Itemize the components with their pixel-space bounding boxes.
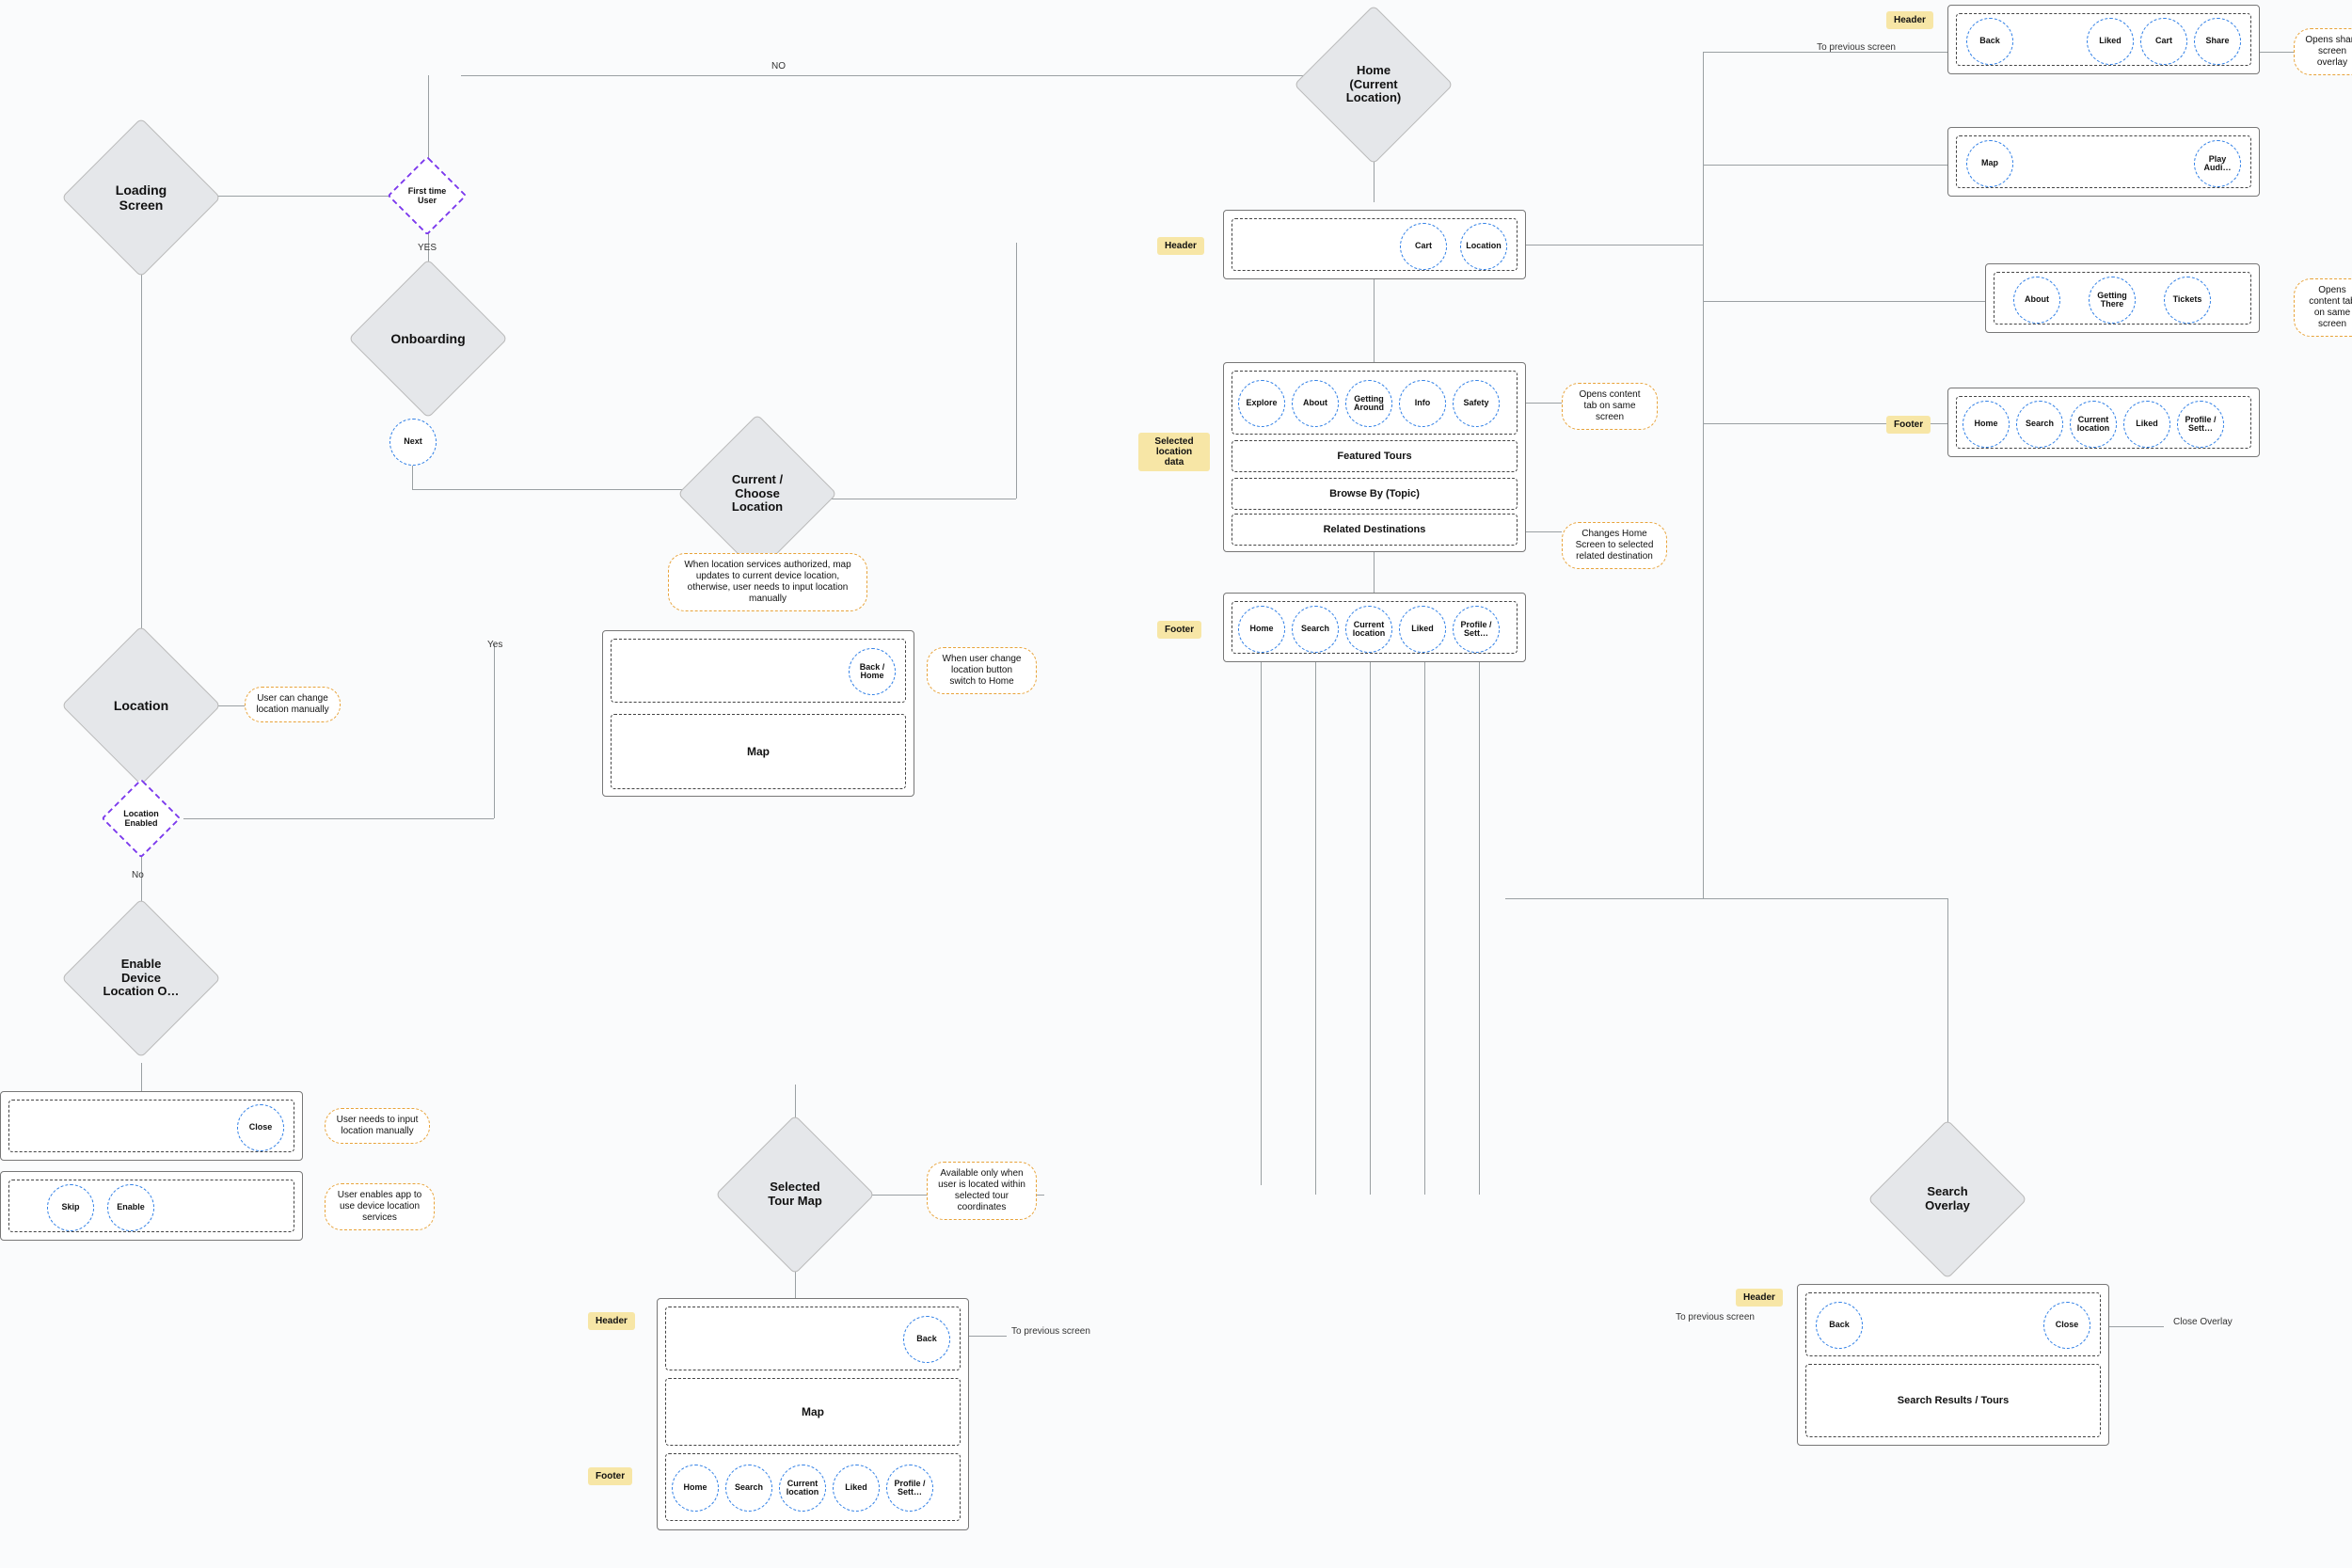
tag-footer-right: Footer <box>1886 416 1931 434</box>
block-related-dest[interactable]: Related Destinations <box>1232 514 1518 546</box>
note-opens-content2: Opens content tab on same screen <box>2294 278 2352 337</box>
edge-close-ov: Close Overlay <box>2173 1317 2239 1327</box>
right-cart-button[interactable]: Cart <box>2140 18 2187 65</box>
right-about-button[interactable]: About <box>2013 277 2060 324</box>
edge-yes: YES <box>418 243 437 253</box>
rfooter-liked-button[interactable]: Liked <box>2123 401 2170 448</box>
tag-header-tour: Header <box>588 1312 635 1330</box>
panel-right-map: Map Play Audi… <box>1947 127 2260 197</box>
edge-prev3: To previous screen <box>1806 42 1896 53</box>
block-map: Map <box>611 714 906 789</box>
edge-prev1: To previous screen <box>1011 1326 1096 1337</box>
rfooter-profile-button[interactable]: Profile / Sett… <box>2177 401 2224 448</box>
tfooter-home-button[interactable]: Home <box>672 1465 719 1512</box>
note-opens-content: Opens content tab on same screen <box>1562 383 1658 430</box>
note-back-home: When user change location button switch … <box>927 647 1037 694</box>
note-changes-home: Changes Home Screen to selected related … <box>1562 522 1667 569</box>
decision-location-enabled[interactable]: Location Enabled <box>113 790 169 847</box>
edge-yes2: Yes <box>487 640 502 650</box>
close-button[interactable]: Close <box>237 1104 284 1151</box>
safety-button[interactable]: Safety <box>1453 380 1500 427</box>
panel-location-data: Explore About Getting Around Info Safety… <box>1223 362 1526 552</box>
note-loc-auth: When location services authorized, map u… <box>668 553 867 611</box>
panel-right-tabs: About Getting There Tickets <box>1985 263 2260 333</box>
screen-home[interactable]: Home (Current Location) <box>1317 28 1430 141</box>
panel-tour: Back Map Home Search Current location Li… <box>657 1298 969 1530</box>
flowchart-canvas: NO YES No Yes To previous screen <box>0 0 2352 1568</box>
panel-enable-close: Close <box>0 1091 303 1161</box>
screen-onboarding[interactable]: Onboarding <box>372 282 485 395</box>
tag-footer-home: Footer <box>1157 621 1201 639</box>
panel-choose-location: Back / Home Map <box>602 630 914 797</box>
cart-button[interactable]: Cart <box>1400 223 1447 270</box>
block-featured-tours[interactable]: Featured Tours <box>1232 440 1518 472</box>
note-opens-share: Opens share screen overlay <box>2294 28 2352 75</box>
edge-no: NO <box>771 61 786 71</box>
right-map-button[interactable]: Map <box>1966 140 2013 187</box>
decision-first-time-user[interactable]: First time User <box>399 167 455 224</box>
edge-prev2: To previous screen <box>1665 1312 1755 1323</box>
panel-right-header: Back Liked Cart Share <box>1947 5 2260 74</box>
note-available-only: Available only when user is located with… <box>927 1162 1037 1220</box>
right-play-audio-button[interactable]: Play Audi… <box>2194 140 2241 187</box>
panel-enable-actions: Skip Enable <box>0 1171 303 1241</box>
back-home-button[interactable]: Back / Home <box>849 648 896 695</box>
tag-header-right: Header <box>1886 11 1933 29</box>
panel-home-footer: Home Search Current location Liked Profi… <box>1223 593 1526 662</box>
right-liked-button[interactable]: Liked <box>2087 18 2134 65</box>
tag-footer-tour: Footer <box>588 1467 632 1485</box>
footer-search-button[interactable]: Search <box>1292 606 1339 653</box>
getting-around-button[interactable]: Getting Around <box>1345 380 1392 427</box>
panel-home-header: Cart Location <box>1223 210 1526 279</box>
panel-right-footer: Home Search Current location Liked Profi… <box>1947 388 2260 457</box>
right-back-button[interactable]: Back <box>1966 18 2013 65</box>
screen-enable-device[interactable]: Enable Device Location O… <box>85 922 198 1035</box>
tfooter-liked-button[interactable]: Liked <box>833 1465 880 1512</box>
note-enables-app: User enables app to use device location … <box>325 1183 435 1230</box>
footer-current-location-button[interactable]: Current location <box>1345 606 1392 653</box>
rfooter-current-location-button[interactable]: Current location <box>2070 401 2117 448</box>
rfooter-home-button[interactable]: Home <box>1963 401 2010 448</box>
footer-home-button[interactable]: Home <box>1238 606 1285 653</box>
screen-current-choose[interactable]: Current / Choose Location <box>701 437 814 550</box>
search-back-button[interactable]: Back <box>1816 1302 1863 1349</box>
block-search-results[interactable]: Search Results / Tours <box>1805 1364 2101 1437</box>
screen-loading[interactable]: Loading Screen <box>85 141 198 254</box>
location-button[interactable]: Location <box>1460 223 1507 270</box>
tag-header-home: Header <box>1157 237 1204 255</box>
footer-profile-button[interactable]: Profile / Sett… <box>1453 606 1500 653</box>
tag-header-search: Header <box>1736 1289 1783 1307</box>
footer-liked-button[interactable]: Liked <box>1399 606 1446 653</box>
search-close-button[interactable]: Close <box>2043 1302 2090 1349</box>
skip-button[interactable]: Skip <box>47 1184 94 1231</box>
screen-search-overlay[interactable]: Search Overlay <box>1891 1143 2004 1256</box>
rfooter-search-button[interactable]: Search <box>2016 401 2063 448</box>
tfooter-current-location-button[interactable]: Current location <box>779 1465 826 1512</box>
note-input-manual: User needs to input location manually <box>325 1108 430 1144</box>
tour-map-block: Map <box>665 1378 961 1446</box>
right-tickets-button[interactable]: Tickets <box>2164 277 2211 324</box>
tfooter-search-button[interactable]: Search <box>725 1465 772 1512</box>
enable-button[interactable]: Enable <box>107 1184 154 1231</box>
info-button[interactable]: Info <box>1399 380 1446 427</box>
block-browse-topic[interactable]: Browse By (Topic) <box>1232 478 1518 510</box>
note-user-change: User can change location manually <box>245 687 341 722</box>
panel-search-overlay: Back Close Search Results / Tours <box>1797 1284 2109 1446</box>
screen-location[interactable]: Location <box>85 649 198 762</box>
screen-selected-tour-map[interactable]: Selected Tour Map <box>739 1138 851 1251</box>
right-share-button[interactable]: Share <box>2194 18 2241 65</box>
about-button[interactable]: About <box>1292 380 1339 427</box>
next-button[interactable]: Next <box>389 419 437 466</box>
edge-no2: No <box>132 870 144 880</box>
tag-selected-location-data: Selected location data <box>1138 433 1210 471</box>
tfooter-profile-button[interactable]: Profile / Sett… <box>886 1465 933 1512</box>
explore-button[interactable]: Explore <box>1238 380 1285 427</box>
tour-back-button[interactable]: Back <box>903 1316 950 1363</box>
right-getting-there-button[interactable]: Getting There <box>2089 277 2136 324</box>
